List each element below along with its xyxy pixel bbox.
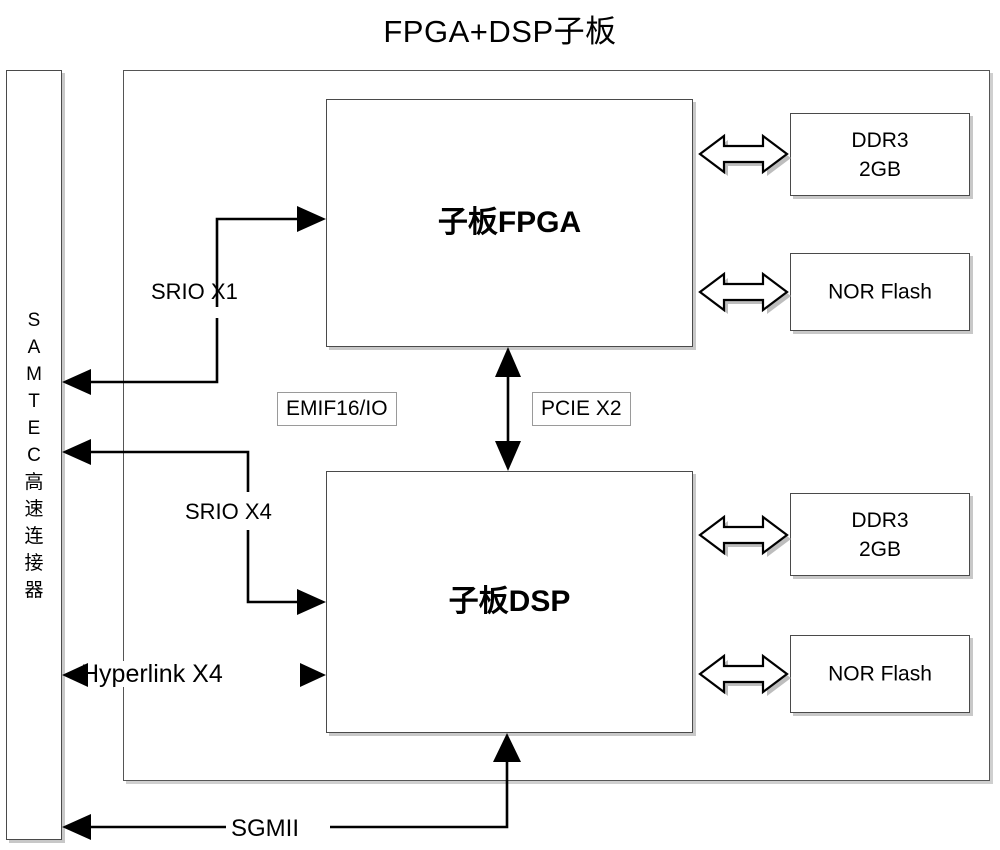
dsp-block-label: 子板DSP <box>448 585 571 618</box>
fpga-block: 子板FPGA <box>326 99 693 347</box>
dsp-block: 子板DSP <box>326 471 693 733</box>
dsp-ddr3-block: DDR3 2GB <box>790 493 970 576</box>
dsp-nor-flash-block: NOR Flash <box>790 635 970 713</box>
emif16-io-tag: EMIF16/IO <box>277 392 397 426</box>
page-title: FPGA+DSP子板 <box>383 14 617 49</box>
diagram-canvas: FPGA+DSP子板 S A M T E C 高 速 连 接 器 子板FPGA … <box>0 0 1000 850</box>
samtec-connector: S A M T E C 高 速 连 接 器 <box>6 70 62 840</box>
hyperlink-x4-label: Hyperlink X4 <box>78 661 226 687</box>
dsp-ddr3-label: DDR3 2GB <box>851 508 909 561</box>
fpga-ddr3-label: DDR3 2GB <box>851 128 909 181</box>
srio-x4-label: SRIO X4 <box>182 499 275 525</box>
srio-x1-label: SRIO X1 <box>148 279 241 305</box>
sgmii-label: SGMII <box>228 816 303 842</box>
samtec-connector-label: S A M T E C 高 速 连 接 器 <box>24 309 44 601</box>
fpga-nor-flash-label: NOR Flash <box>828 280 932 304</box>
fpga-nor-flash-block: NOR Flash <box>790 253 970 331</box>
sgmii-arrowhead-connector <box>62 814 91 840</box>
srio-x1-arrowhead-connector <box>62 369 91 395</box>
pcie-x2-tag: PCIE X2 <box>532 392 631 426</box>
fpga-block-label: 子板FPGA <box>437 206 582 239</box>
fpga-ddr3-block: DDR3 2GB <box>790 113 970 196</box>
dsp-nor-flash-label: NOR Flash <box>828 662 932 686</box>
srio-x4-arrowhead-connector <box>62 439 91 465</box>
